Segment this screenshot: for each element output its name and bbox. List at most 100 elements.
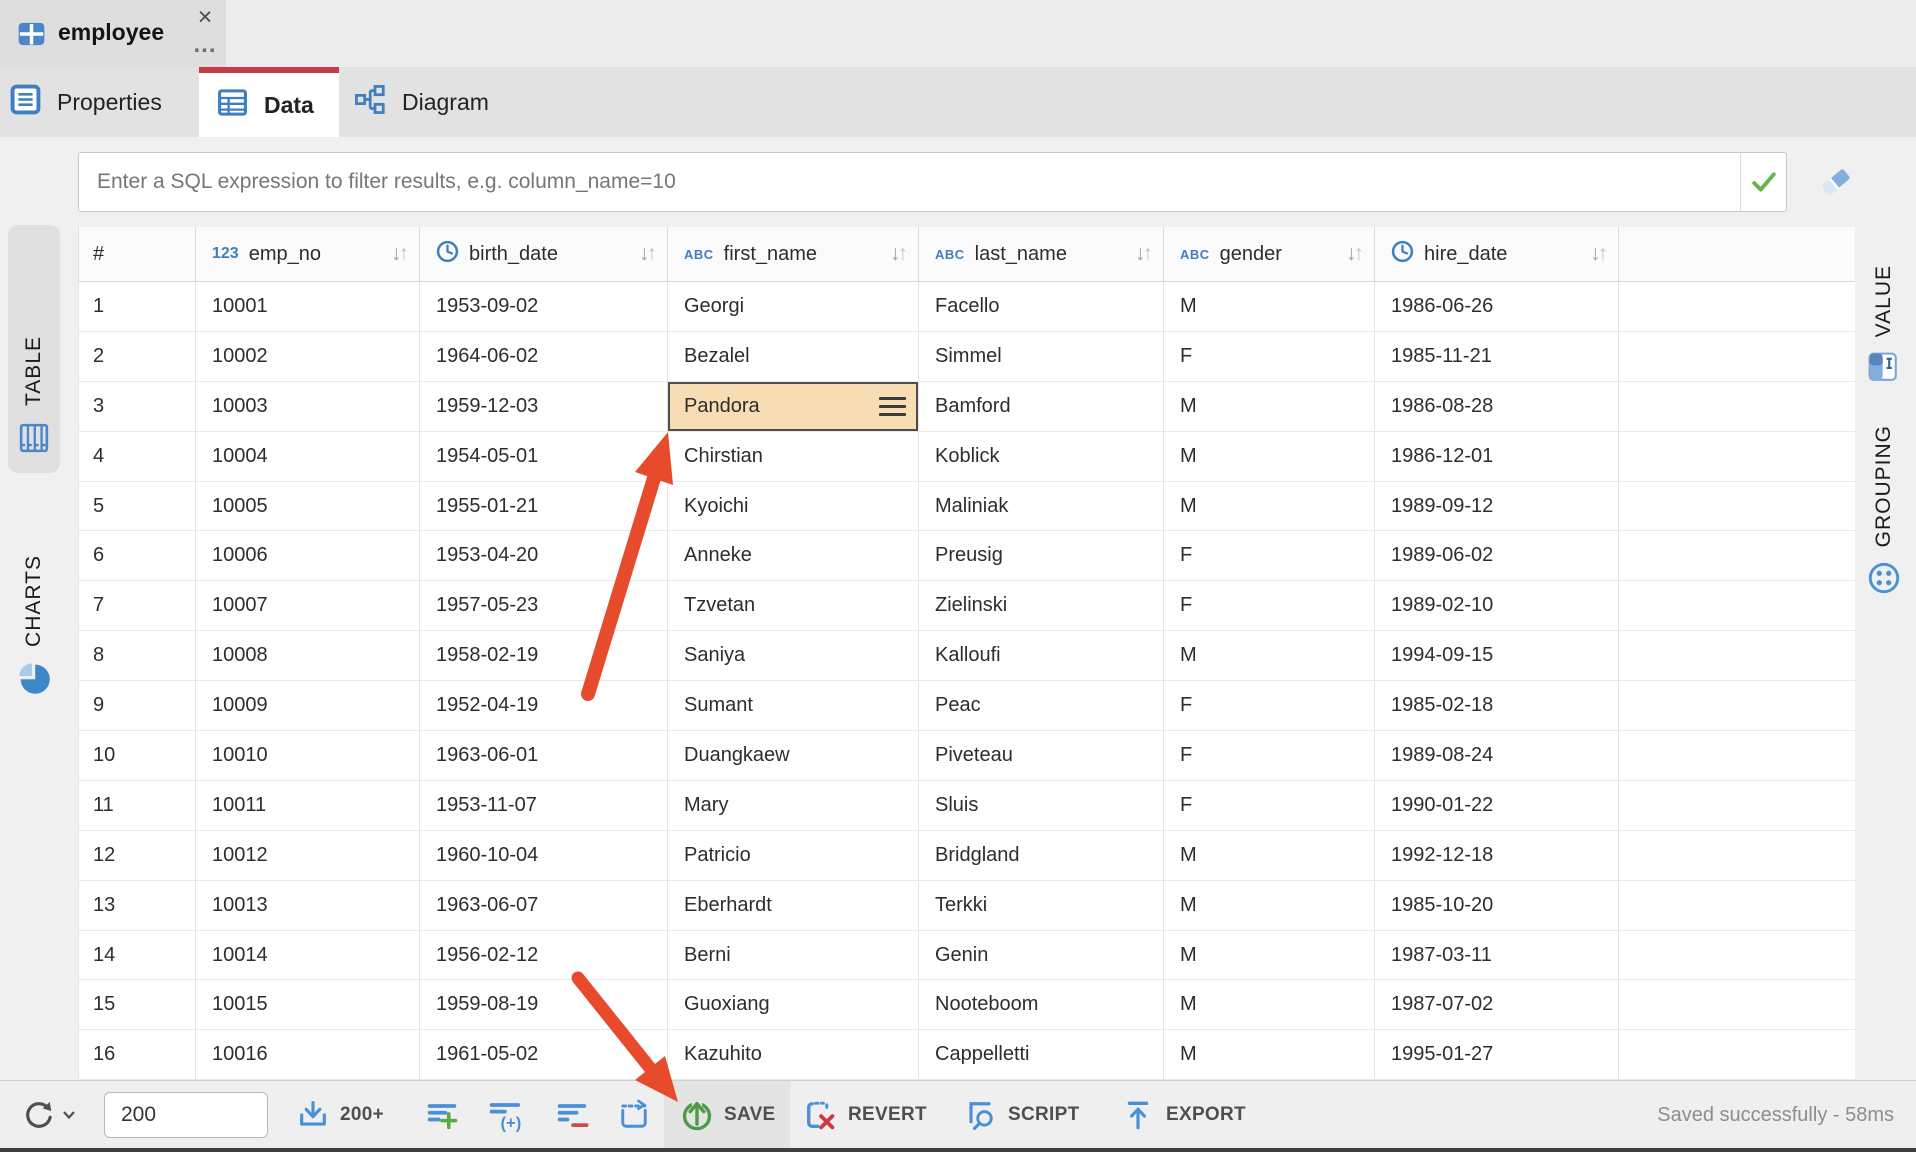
cell-hire_date[interactable]: 1987-07-02 (1375, 980, 1619, 1029)
cell-first_name[interactable]: Bezalel (668, 332, 919, 381)
cell-birth_date[interactable]: 1959-12-03 (420, 382, 668, 431)
cell-birth_date[interactable]: 1953-04-20 (420, 531, 668, 580)
cell-emp_no[interactable]: 10008 (196, 631, 420, 680)
left-rail-tab-charts[interactable]: CHARTS (8, 484, 60, 706)
tab-properties[interactable]: Properties (0, 67, 199, 137)
cell-emp_no[interactable]: 10005 (196, 482, 420, 531)
row-number-cell[interactable]: 14 (78, 931, 196, 980)
fetch-more-button[interactable]: 200+ (296, 1081, 384, 1149)
row-number-cell[interactable]: 15 (78, 980, 196, 1029)
cell-last_name[interactable]: Preusig (919, 531, 1164, 580)
sort-toggle-icon[interactable]: ↓↑ (639, 242, 657, 266)
row-number-cell[interactable]: 12 (78, 831, 196, 880)
cell-birth_date[interactable]: 1953-11-07 (420, 781, 668, 830)
cell-hire_date[interactable]: 1985-10-20 (1375, 881, 1619, 930)
row-number-cell[interactable]: 5 (78, 482, 196, 531)
export-button[interactable]: EXPORT (1122, 1081, 1246, 1149)
cell-emp_no[interactable]: 10015 (196, 980, 420, 1029)
tab-diagram[interactable]: Diagram (339, 67, 519, 137)
cell-last_name[interactable]: Kalloufi (919, 631, 1164, 680)
cell-emp_no[interactable]: 10003 (196, 382, 420, 431)
cell-hire_date[interactable]: 1994-09-15 (1375, 631, 1619, 680)
row-number-cell[interactable]: 9 (78, 681, 196, 730)
cell-emp_no[interactable]: 10016 (196, 1030, 420, 1079)
right-rail-tab-grouping[interactable]: GROUPING (1858, 396, 1910, 600)
close-icon[interactable]: × (190, 2, 220, 32)
cell-birth_date[interactable]: 1953-09-02 (420, 282, 668, 331)
cell-menu-icon[interactable] (879, 397, 906, 416)
row-number-cell[interactable]: 16 (78, 1030, 196, 1079)
row-number-cell[interactable]: 13 (78, 881, 196, 930)
cell-first_name[interactable]: Duangkaew (668, 731, 919, 780)
right-rail-tab-value[interactable]: VALUE (1858, 228, 1910, 390)
save-button[interactable]: SAVE (664, 1081, 790, 1149)
cell-gender[interactable]: F (1164, 781, 1375, 830)
cell-emp_no[interactable]: 10012 (196, 831, 420, 880)
column-header-hire_date[interactable]: hire_date↓↑ (1375, 227, 1619, 281)
revert-button[interactable]: REVERT (802, 1081, 927, 1149)
cell-gender[interactable]: M (1164, 631, 1375, 680)
cell-last_name[interactable]: Terkki (919, 881, 1164, 930)
cell-hire_date[interactable]: 1995-01-27 (1375, 1030, 1619, 1079)
cell-birth_date[interactable]: 1957-05-23 (420, 581, 668, 630)
cell-emp_no[interactable]: 10009 (196, 681, 420, 730)
cell-birth_date[interactable]: 1955-01-21 (420, 482, 668, 531)
cell-hire_date[interactable]: 1986-08-28 (1375, 382, 1619, 431)
row-number-cell[interactable]: 10 (78, 731, 196, 780)
cell-last_name[interactable]: Cappelletti (919, 1030, 1164, 1079)
tab-overflow-menu-icon[interactable]: ... (188, 30, 222, 60)
cell-first_name[interactable]: Tzvetan (668, 581, 919, 630)
cell-gender[interactable]: M (1164, 1030, 1375, 1079)
add-row-button[interactable] (424, 1081, 460, 1149)
refresh-rows-button[interactable] (616, 1081, 652, 1149)
cell-emp_no[interactable]: 10001 (196, 282, 420, 331)
cell-gender[interactable]: M (1164, 282, 1375, 331)
cell-hire_date[interactable]: 1989-09-12 (1375, 482, 1619, 531)
cell-last_name[interactable]: Sluis (919, 781, 1164, 830)
sort-toggle-icon[interactable]: ↓↑ (890, 242, 908, 266)
cell-first_name[interactable]: Saniya (668, 631, 919, 680)
cell-hire_date[interactable]: 1989-06-02 (1375, 531, 1619, 580)
cell-gender[interactable]: M (1164, 482, 1375, 531)
cell-birth_date[interactable]: 1964-06-02 (420, 332, 668, 381)
cell-emp_no[interactable]: 10002 (196, 332, 420, 381)
cell-emp_no[interactable]: 10011 (196, 781, 420, 830)
cell-birth_date[interactable]: 1956-02-12 (420, 931, 668, 980)
cell-gender[interactable]: F (1164, 731, 1375, 780)
cell-last_name[interactable]: Piveteau (919, 731, 1164, 780)
cell-last_name[interactable]: Bamford (919, 382, 1164, 431)
column-header-first_name[interactable]: ABCfirst_name↓↑ (668, 227, 919, 281)
column-header-birth_date[interactable]: birth_date↓↑ (420, 227, 668, 281)
cell-hire_date[interactable]: 1986-12-01 (1375, 432, 1619, 481)
refresh-button[interactable] (22, 1081, 76, 1149)
cell-hire_date[interactable]: 1992-12-18 (1375, 831, 1619, 880)
column-header-emp_no[interactable]: 123emp_no↓↑ (196, 227, 420, 281)
clear-filter-button[interactable] (1812, 159, 1860, 205)
cell-first_name[interactable]: Mary (668, 781, 919, 830)
column-header-rownum[interactable]: # (78, 227, 196, 281)
cell-gender[interactable]: M (1164, 382, 1375, 431)
cell-birth_date[interactable]: 1959-08-19 (420, 980, 668, 1029)
script-button[interactable]: SCRIPT (962, 1081, 1079, 1149)
cell-emp_no[interactable]: 10007 (196, 581, 420, 630)
cell-last_name[interactable]: Zielinski (919, 581, 1164, 630)
cell-last_name[interactable]: Nooteboom (919, 980, 1164, 1029)
column-header-gender[interactable]: ABCgender↓↑ (1164, 227, 1375, 281)
sort-toggle-icon[interactable]: ↓↑ (1346, 242, 1364, 266)
row-number-cell[interactable]: 11 (78, 781, 196, 830)
cell-birth_date[interactable]: 1960-10-04 (420, 831, 668, 880)
cell-gender[interactable]: F (1164, 531, 1375, 580)
row-number-cell[interactable]: 2 (78, 332, 196, 381)
cell-first_name[interactable]: Sumant (668, 681, 919, 730)
cell-gender[interactable]: M (1164, 432, 1375, 481)
sql-filter-input[interactable]: Enter a SQL expression to filter results… (78, 152, 1787, 212)
cell-first_name[interactable]: Kazuhito (668, 1030, 919, 1079)
cell-last_name[interactable]: Simmel (919, 332, 1164, 381)
cell-first_name[interactable]: Georgi (668, 282, 919, 331)
sort-toggle-icon[interactable]: ↓↑ (1135, 242, 1153, 266)
cell-gender[interactable]: M (1164, 980, 1375, 1029)
cell-gender[interactable]: M (1164, 931, 1375, 980)
cell-last_name[interactable]: Koblick (919, 432, 1164, 481)
row-number-cell[interactable]: 6 (78, 531, 196, 580)
cell-gender[interactable]: M (1164, 881, 1375, 930)
